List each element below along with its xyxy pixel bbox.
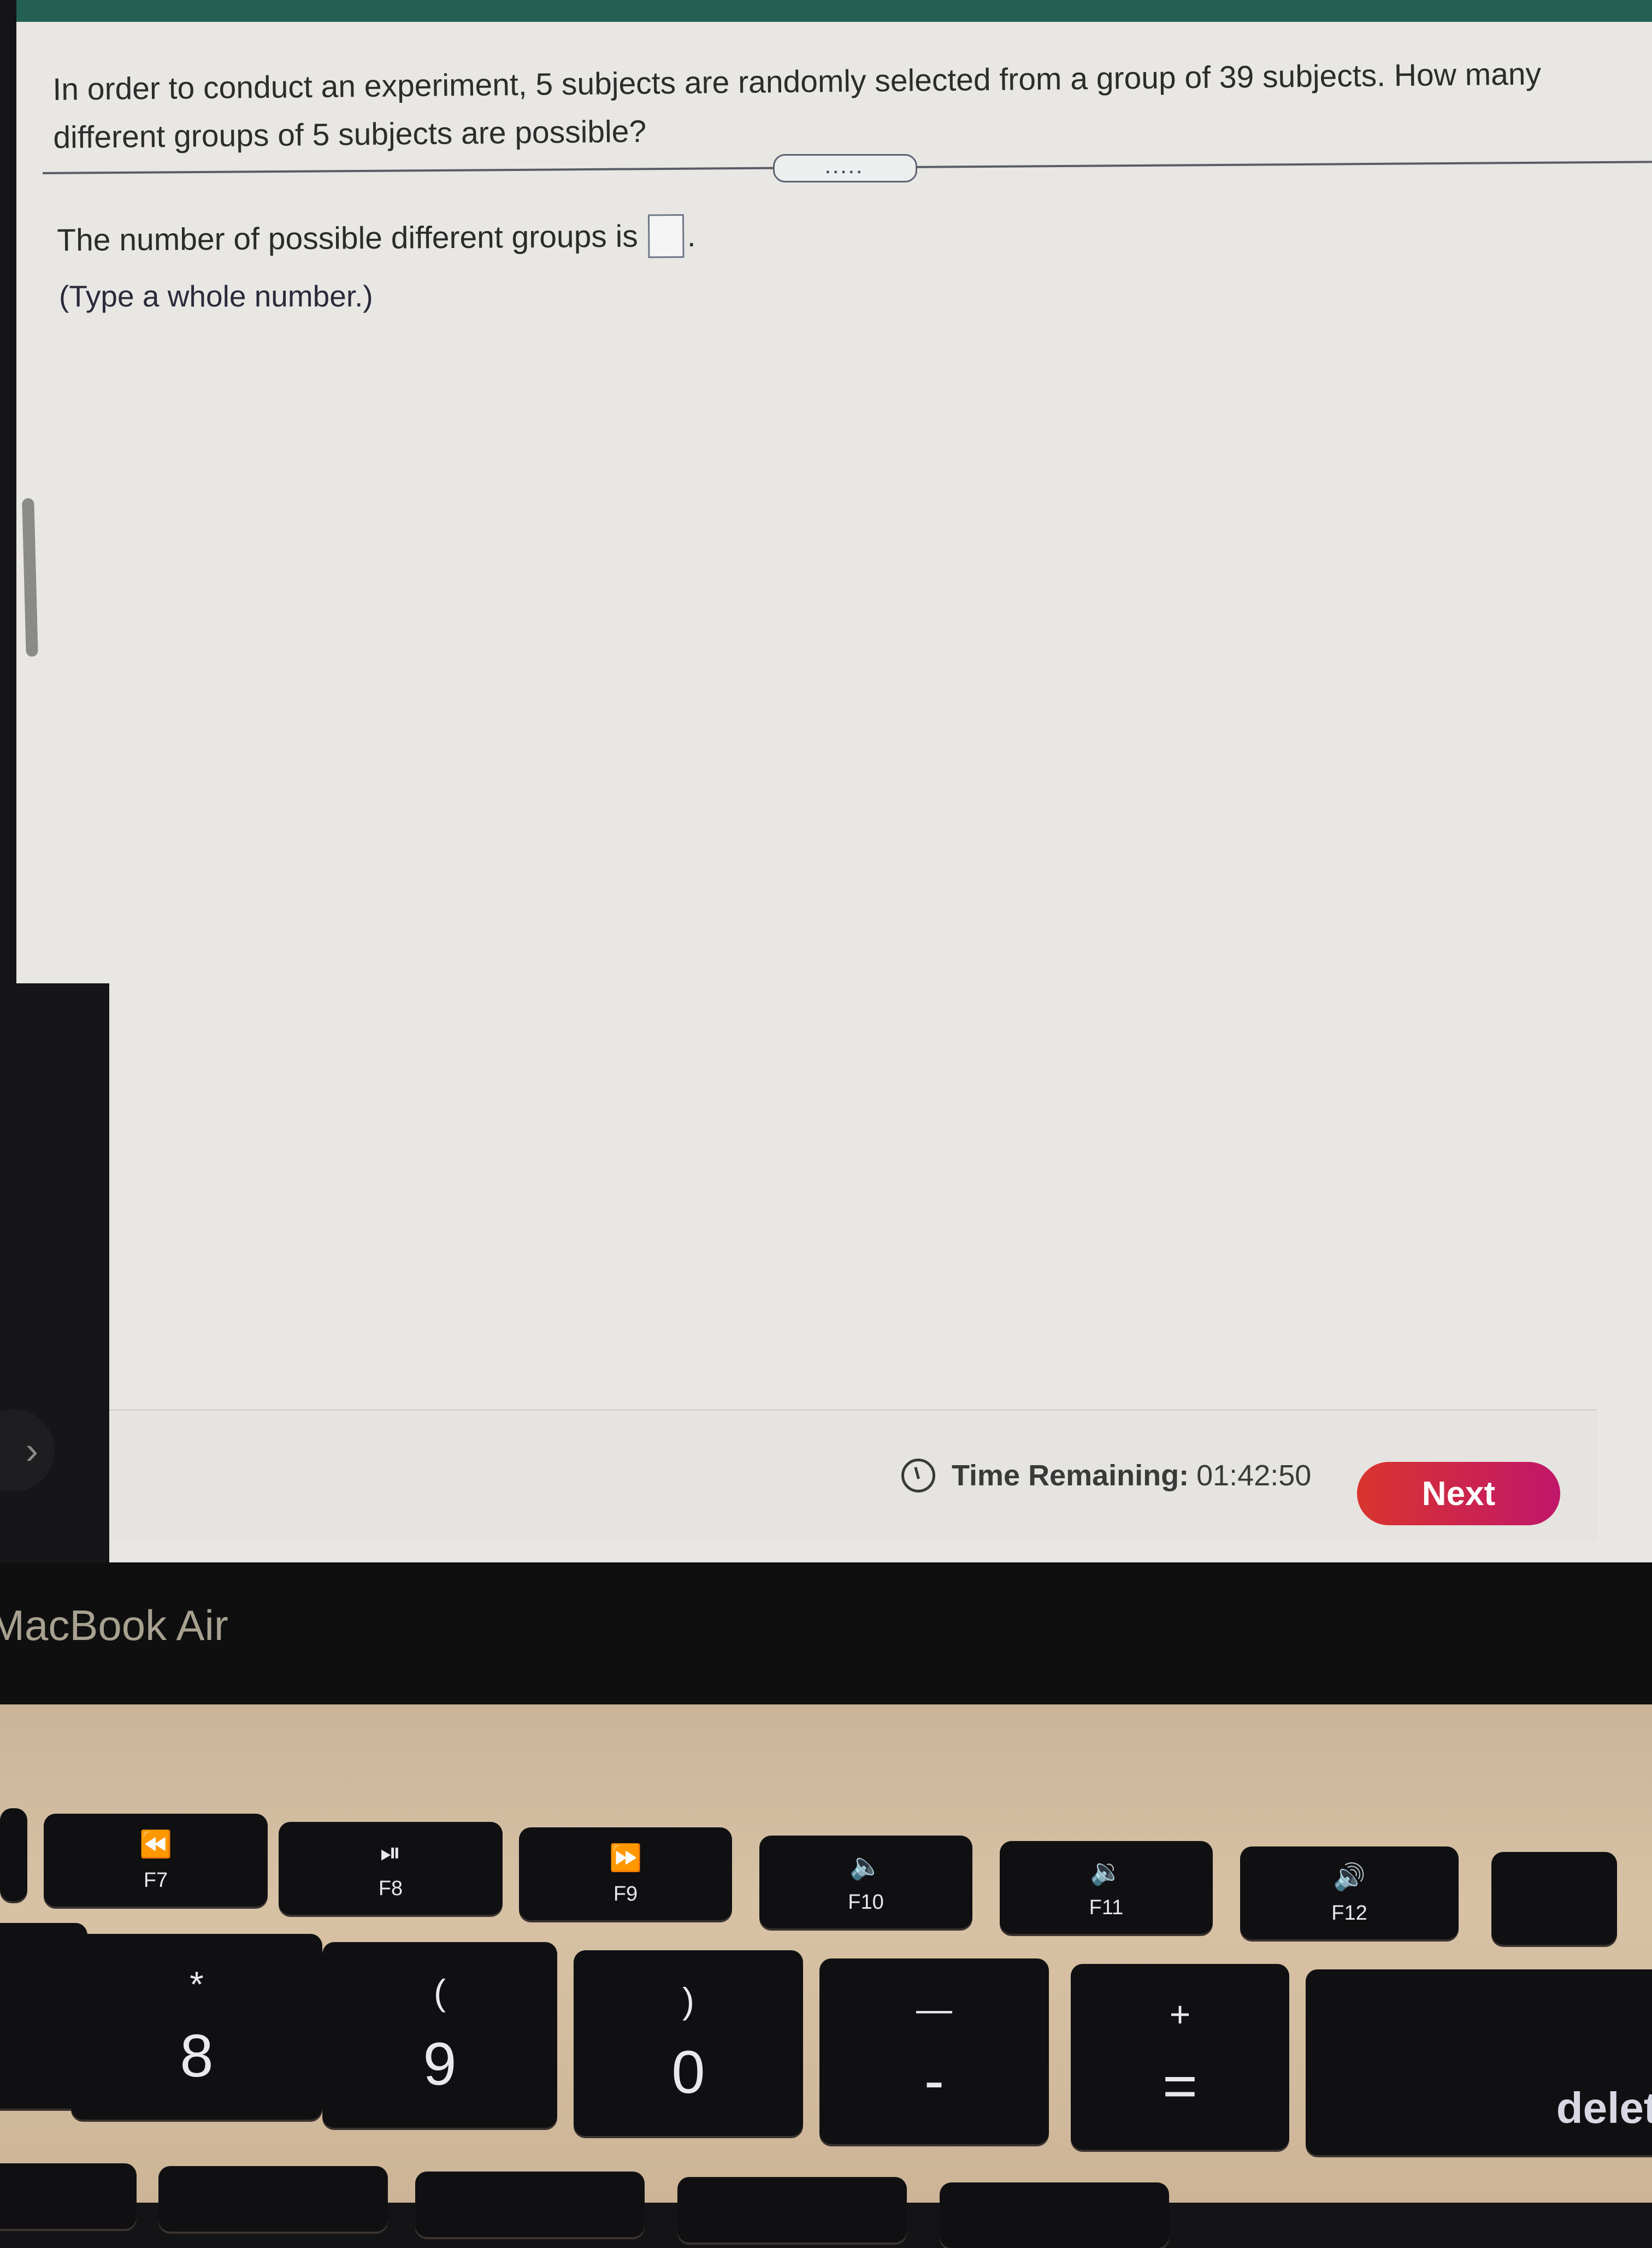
- question-panel: In order to conduct an experiment, 5 sub…: [16, 22, 1652, 1562]
- answer-line: The number of possible different groups …: [57, 214, 696, 262]
- mute-icon: 🔈: [849, 1851, 882, 1881]
- drag-handle-dots-icon[interactable]: .....: [773, 154, 917, 182]
- key-row-partial[interactable]: [677, 2177, 907, 2243]
- volume-down-icon: 🔉: [1090, 1857, 1123, 1886]
- key-partial-left: [0, 1808, 27, 1901]
- answer-hint: (Type a whole number.): [59, 279, 373, 313]
- key-9[interactable]: ( 9: [322, 1942, 557, 2128]
- key-label: 8: [180, 2022, 214, 2090]
- key-row-partial[interactable]: [940, 2182, 1169, 2248]
- key-f12[interactable]: 🔊 F12: [1240, 1846, 1459, 1939]
- key-f9[interactable]: ⏩ F9: [519, 1827, 732, 1920]
- key-f7[interactable]: ⏪ F7: [44, 1814, 268, 1907]
- key-shift-label: —: [916, 1988, 952, 2029]
- key-f10[interactable]: 🔈 F10: [759, 1836, 972, 1928]
- key-f8[interactable]: ⏯ F8: [279, 1822, 503, 1915]
- timer-label: Time Remaining:: [952, 1459, 1189, 1492]
- clock-icon: [901, 1459, 935, 1492]
- key-label: F11: [1089, 1896, 1124, 1919]
- key-0[interactable]: ) 0: [574, 1950, 803, 2136]
- play-pause-icon: ⏯: [380, 1838, 402, 1867]
- key-label: F12: [1331, 1901, 1367, 1925]
- key-label: F9: [613, 1882, 638, 1905]
- key-minus[interactable]: — -: [819, 1958, 1049, 2144]
- timer-value: 01:42:50: [1196, 1459, 1312, 1492]
- key-shift-label: (: [434, 1972, 446, 2013]
- key-label: =: [1162, 2052, 1198, 2120]
- fast-forward-icon: ⏩: [609, 1843, 642, 1873]
- key-shift-label: ): [682, 1980, 694, 2021]
- answer-suffix: .: [687, 218, 696, 253]
- key-label: delete: [1556, 2084, 1652, 2132]
- key-row-partial[interactable]: [415, 2172, 645, 2237]
- question-text: In order to conduct an experiment, 5 sub…: [52, 56, 1542, 155]
- key-row-partial[interactable]: [158, 2166, 388, 2232]
- key-f11[interactable]: 🔉 F11: [1000, 1841, 1213, 1934]
- time-remaining: Time Remaining: 01:42:50: [901, 1459, 1311, 1492]
- brand-label: MacBook Air: [0, 1601, 228, 1649]
- key-8[interactable]: * 8: [71, 1934, 322, 2120]
- key-power[interactable]: [1491, 1852, 1617, 1945]
- key-shift-label: +: [1169, 1993, 1191, 2034]
- answer-prompt: The number of possible different groups …: [57, 219, 639, 258]
- key-delete[interactable]: delete: [1306, 1969, 1652, 2155]
- next-button[interactable]: Next: [1357, 1462, 1560, 1525]
- laptop-lower-bezel: [0, 1562, 1652, 1704]
- key-label: 0: [671, 2038, 705, 2106]
- key-label: 9: [423, 2030, 457, 2098]
- key-label: F10: [848, 1890, 884, 1914]
- key-label: F7: [143, 1868, 168, 1892]
- rewind-icon: ⏪: [139, 1830, 172, 1859]
- key-shift-label: *: [190, 1963, 204, 2004]
- volume-up-icon: 🔊: [1333, 1862, 1366, 1892]
- key-row-partial[interactable]: [0, 2163, 137, 2229]
- key-equals[interactable]: + =: [1071, 1964, 1289, 2150]
- answer-input[interactable]: [647, 214, 685, 258]
- key-label: -: [924, 2046, 945, 2114]
- key-label: F8: [378, 1877, 403, 1900]
